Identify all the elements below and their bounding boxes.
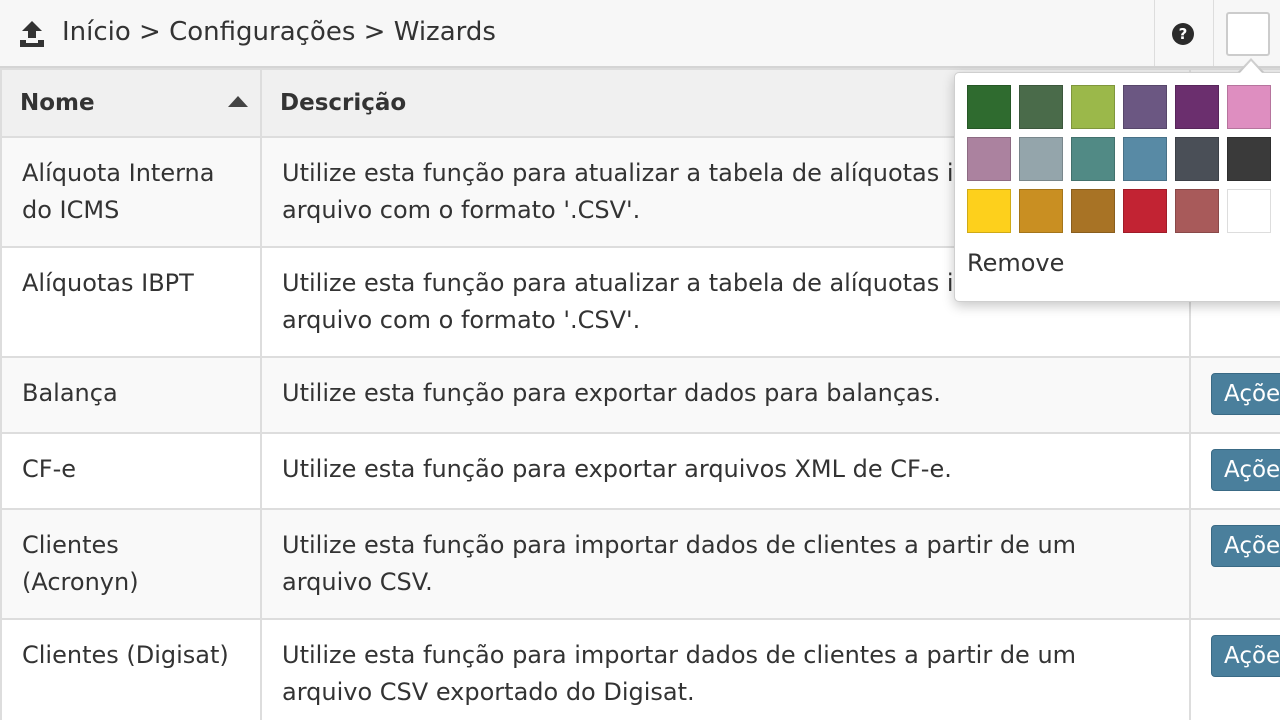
- color-swatch[interactable]: [1175, 85, 1219, 129]
- cell-description: Utilize esta função para exportar dados …: [260, 356, 1191, 434]
- cell-name: Balança: [0, 356, 262, 434]
- color-swatch[interactable]: [1123, 85, 1167, 129]
- popover-arrow-inner: [1239, 61, 1263, 74]
- color-swatch[interactable]: [1019, 137, 1063, 181]
- help-icon[interactable]: ?: [1172, 23, 1194, 45]
- color-picker-popover: Remove: [954, 72, 1280, 302]
- cell-description: Utilize esta função para importar dados …: [260, 508, 1191, 620]
- cell-name: Clientes (Digisat): [0, 618, 262, 720]
- color-swatch[interactable]: [1175, 189, 1219, 233]
- color-swatch[interactable]: [967, 137, 1011, 181]
- color-picker-button[interactable]: [1226, 12, 1270, 56]
- acoes-button[interactable]: Ações: [1211, 373, 1279, 415]
- toolbar-divider: [1213, 0, 1214, 66]
- cell-name: Alíquotas IBPT: [0, 246, 262, 358]
- column-header-nome[interactable]: Nome: [0, 68, 262, 138]
- acoes-button[interactable]: Ações: [1211, 635, 1279, 677]
- color-swatch[interactable]: [1071, 189, 1115, 233]
- table-row[interactable]: CF-e Utilize esta função para exportar ar…: [0, 432, 1280, 510]
- upload-icon: [20, 21, 44, 47]
- color-swatch[interactable]: [1175, 137, 1219, 181]
- color-swatch[interactable]: [1227, 85, 1271, 129]
- color-swatch[interactable]: [1071, 85, 1115, 129]
- color-swatch[interactable]: [1227, 137, 1271, 181]
- column-header-label: Nome: [20, 90, 95, 116]
- color-swatch[interactable]: [1019, 85, 1063, 129]
- cell-name: Clientes (Acronyn): [0, 508, 262, 620]
- table-row[interactable]: Balança Utilize esta função para exportar…: [0, 356, 1280, 434]
- acoes-button[interactable]: Ações: [1211, 449, 1279, 491]
- cell-actions: Ações: [1189, 432, 1280, 510]
- color-swatch[interactable]: [1123, 137, 1167, 181]
- cell-actions: Ações: [1189, 618, 1280, 720]
- toolbar-divider: [1154, 0, 1155, 66]
- cell-actions: Ações: [1189, 356, 1280, 434]
- breadcrumb: Início > Configurações > Wizards: [62, 17, 496, 47]
- cell-actions: Ações: [1189, 508, 1280, 620]
- acoes-button[interactable]: Ações: [1211, 525, 1279, 567]
- sort-ascending-icon: [228, 96, 248, 107]
- color-swatch[interactable]: [1227, 189, 1271, 233]
- color-swatch[interactable]: [967, 85, 1011, 129]
- cell-description: Utilize esta função para importar dados …: [260, 618, 1191, 720]
- color-swatch[interactable]: [1123, 189, 1167, 233]
- top-bar: Início > Configurações > Wizards ?: [0, 0, 1280, 68]
- cell-name: CF-e: [0, 432, 262, 510]
- cell-name: Alíquota Interna do ICMS: [0, 136, 262, 248]
- color-swatch[interactable]: [1071, 137, 1115, 181]
- table-row[interactable]: Clientes (Acronyn) Utilize esta função pa…: [0, 508, 1280, 620]
- table-row[interactable]: Clientes (Digisat) Utilize esta função pa…: [0, 618, 1280, 720]
- remove-color-link[interactable]: Remove: [967, 249, 1064, 277]
- color-swatch[interactable]: [1019, 189, 1063, 233]
- column-header-label: Descrição: [280, 90, 407, 116]
- color-swatch[interactable]: [967, 189, 1011, 233]
- cell-description: Utilize esta função para exportar arquiv…: [260, 432, 1191, 510]
